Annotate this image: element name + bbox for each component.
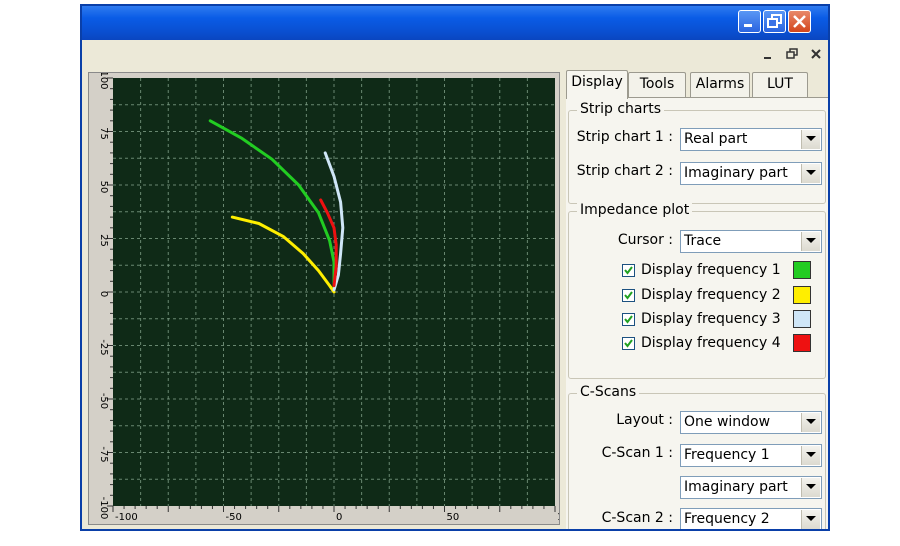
y-tick-label: -25 — [98, 339, 109, 355]
cursor-label: Cursor : — [617, 232, 673, 248]
y-tick-label: -100 — [98, 497, 109, 520]
strip-chart-1-value: Real part — [684, 131, 748, 147]
impedance-plot-group: Impedance plot Cursor : Trace Display fr… — [568, 202, 826, 379]
tab-lut[interactable]: LUT — [752, 72, 808, 97]
mdi-restore-icon[interactable] — [784, 46, 800, 62]
cscan-1-part-select[interactable]: Imaginary part — [680, 476, 822, 499]
strip-charts-title: Strip charts — [577, 101, 665, 117]
frequency-2-color-swatch[interactable] — [793, 286, 811, 304]
mdi-close-icon[interactable] — [808, 46, 824, 62]
tab-tools[interactable]: Tools — [628, 72, 686, 97]
strip-chart-2-value: Imaginary part — [684, 165, 788, 181]
cscans-title: C-Scans — [577, 384, 640, 400]
dropdown-button[interactable] — [801, 478, 820, 497]
dropdown-button[interactable] — [801, 413, 820, 432]
checkmark-icon — [624, 339, 633, 348]
checkmark-icon — [624, 266, 633, 275]
cscan-2-frequency-select[interactable]: Frequency 2 — [680, 508, 822, 529]
chevron-down-icon — [806, 136, 816, 141]
minimize-icon — [744, 24, 752, 27]
close-button[interactable] — [788, 10, 811, 33]
mdi-minimize-icon[interactable] — [760, 46, 776, 62]
x-tick-label: 50 — [447, 512, 460, 523]
chevron-down-icon — [806, 516, 816, 521]
minimize-button[interactable] — [738, 10, 761, 33]
cscan-1-frequency-select[interactable]: Frequency 1 — [680, 444, 822, 467]
frequency-1-color-swatch[interactable] — [793, 261, 811, 279]
impedance-plot-title: Impedance plot — [577, 202, 693, 218]
chevron-down-icon — [806, 238, 816, 243]
y-tick-label: -50 — [98, 393, 109, 409]
tab-alarms[interactable]: Alarms — [690, 72, 750, 97]
cursor-value: Trace — [684, 233, 722, 249]
chevron-down-icon — [806, 452, 816, 457]
dropdown-button[interactable] — [801, 164, 820, 183]
x-tick-label: -100 — [115, 512, 138, 523]
settings-panel: Display Tools Alarms LUT Strip charts St… — [564, 68, 828, 529]
cscan-1-label: C-Scan 1 : — [601, 445, 673, 461]
title-bar[interactable] — [82, 6, 828, 40]
y-tick-label: 75 — [98, 127, 109, 140]
cscan-1-frequency-value: Frequency 1 — [684, 447, 770, 463]
x-tick-label: 10 — [557, 512, 559, 523]
display-frequency-4-checkbox[interactable] — [622, 337, 635, 350]
strip-chart-2-label: Strip chart 2 : — [576, 163, 673, 179]
display-frequency-1-checkbox[interactable] — [622, 264, 635, 277]
cscan-2-label: C-Scan 2 : — [601, 510, 673, 526]
tab-display[interactable]: Display — [566, 70, 628, 99]
y-tick-label: 0 — [98, 291, 109, 297]
strip-charts-group: Strip charts Strip chart 1 : Real part S… — [568, 101, 826, 204]
chevron-down-icon — [806, 484, 816, 489]
cursor-select[interactable]: Trace — [680, 230, 822, 253]
display-frequency-4-label: Display frequency 4 — [641, 335, 781, 351]
dropdown-button[interactable] — [801, 510, 820, 529]
x-tick-label: 0 — [336, 512, 342, 523]
x-tick-label: -50 — [226, 512, 242, 523]
y-tick-label: 50 — [98, 181, 109, 194]
restore-button[interactable] — [763, 10, 786, 33]
display-frequency-3-checkbox[interactable] — [622, 313, 635, 326]
display-frequency-2-checkbox[interactable] — [622, 289, 635, 302]
chevron-down-icon — [806, 419, 816, 424]
cscan-1-part-value: Imaginary part — [684, 479, 788, 495]
cscans-group: C-Scans Layout : One window C-Scan 1 : F… — [568, 384, 826, 529]
checkmark-icon — [624, 291, 633, 300]
dropdown-button[interactable] — [801, 130, 820, 149]
chevron-down-icon — [806, 170, 816, 175]
display-frequency-1-label: Display frequency 1 — [641, 262, 781, 278]
layout-select[interactable]: One window — [680, 411, 822, 434]
impedance-plot[interactable]: -100 -50 0 50 10 100 75 50 25 0 -25 -50 -75 -100 — [88, 72, 560, 525]
display-tab-body: Strip charts Strip chart 1 : Real part S… — [566, 97, 828, 529]
frequency-4-color-swatch[interactable] — [793, 334, 811, 352]
impedance-plot-canvas: -100 -50 0 50 10 100 75 50 25 0 -25 -50 -75 -100 — [89, 73, 559, 524]
layout-value: One window — [684, 414, 771, 430]
display-frequency-3-label: Display frequency 3 — [641, 311, 781, 327]
mdi-bar — [82, 40, 828, 68]
y-tick-label: 100 — [98, 73, 109, 90]
strip-chart-1-label: Strip chart 1 : — [576, 129, 673, 145]
app-window: -100 -50 0 50 10 100 75 50 25 0 -25 -50 -75 -100 Disp… — [80, 4, 830, 531]
y-tick-label: 25 — [98, 234, 109, 247]
y-tick-label: -75 — [98, 446, 109, 462]
dropdown-button[interactable] — [801, 446, 820, 465]
strip-chart-2-select[interactable]: Imaginary part — [680, 162, 822, 185]
restore-icon — [767, 14, 782, 28]
display-frequency-2-label: Display frequency 2 — [641, 287, 781, 303]
close-icon — [793, 15, 806, 28]
strip-chart-1-select[interactable]: Real part — [680, 128, 822, 151]
checkmark-icon — [624, 315, 633, 324]
cscan-2-frequency-value: Frequency 2 — [684, 511, 770, 527]
frequency-3-color-swatch[interactable] — [793, 310, 811, 328]
layout-label: Layout : — [616, 412, 673, 428]
dropdown-button[interactable] — [801, 232, 820, 251]
